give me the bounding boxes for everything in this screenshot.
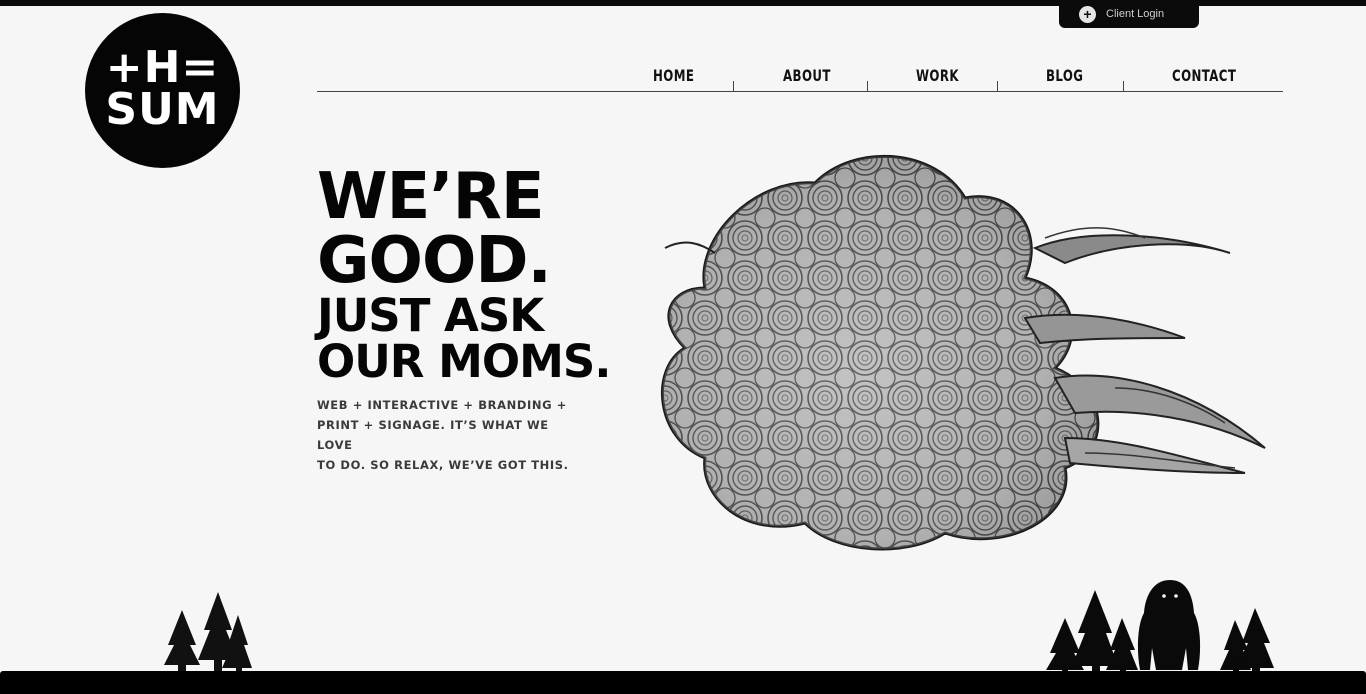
nav-work[interactable]: WORK bbox=[916, 66, 959, 85]
nav-separator bbox=[867, 81, 868, 91]
logo-line-2: SUM bbox=[105, 84, 220, 135]
tagline-line-1: WEB + INTERACTIVE + BRANDING + bbox=[317, 398, 567, 412]
bigfoot-eye bbox=[1162, 594, 1166, 598]
swirl-cloud-illustration bbox=[661, 154, 1266, 551]
nav-separator bbox=[733, 81, 734, 91]
pine-trees-icon bbox=[164, 592, 252, 672]
bottom-bar bbox=[0, 671, 1366, 694]
headline-line-3: JUST ASK bbox=[317, 289, 544, 342]
client-login-button[interactable]: + Client Login bbox=[1059, 0, 1199, 28]
nav-home[interactable]: HOME bbox=[653, 66, 694, 85]
logo-line-1: +H= bbox=[105, 42, 220, 93]
bigfoot-eye bbox=[1174, 594, 1178, 598]
tagline-line-2: PRINT + SIGNAGE. IT’S WHAT WE LOVE bbox=[317, 418, 549, 452]
logo-text: +H= SUM bbox=[85, 42, 240, 135]
nav-separator bbox=[997, 81, 998, 91]
nav-separator bbox=[1123, 81, 1124, 91]
main-nav: HOME ABOUT WORK BLOG CONTACT bbox=[317, 62, 1283, 92]
nav-contact[interactable]: CONTACT bbox=[1172, 66, 1236, 85]
client-login-label: Client Login bbox=[1106, 8, 1165, 20]
hero-tagline: WEB + INTERACTIVE + BRANDING + PRINT + S… bbox=[317, 395, 587, 475]
headline-line-1: WE’RE bbox=[317, 160, 545, 234]
logo[interactable]: +H= SUM bbox=[85, 13, 240, 168]
hero-headline: WE’RE GOOD. JUST ASK OUR MOMS. bbox=[317, 165, 617, 385]
headline-line-2: GOOD. bbox=[317, 224, 552, 298]
plus-icon: + bbox=[1079, 5, 1096, 23]
headline-line-4: OUR MOMS. bbox=[317, 335, 611, 388]
tagline-line-3: TO DO. SO RELAX, WE’VE GOT THIS. bbox=[317, 458, 569, 472]
nav-about[interactable]: ABOUT bbox=[783, 66, 831, 85]
nav-blog[interactable]: BLOG bbox=[1046, 66, 1083, 85]
bigfoot-trees-icon bbox=[1046, 580, 1274, 673]
